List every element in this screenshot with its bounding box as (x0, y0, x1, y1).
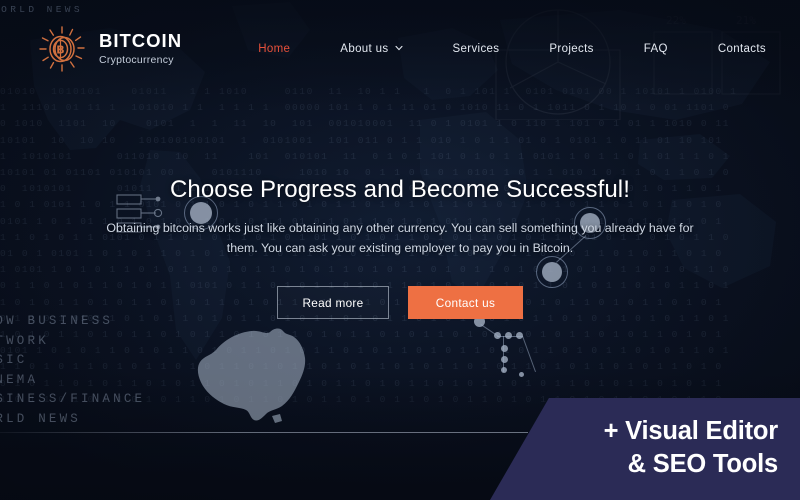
binary-row: 0 1010 1101 10 0101 1 1 11 10 101 001010… (0, 118, 731, 130)
background-category-item: NETWORK (0, 333, 49, 348)
brand-logo-block[interactable]: B BITCOIN Cryptocurrency (38, 25, 182, 73)
chevron-down-icon (394, 44, 403, 52)
nav-item-contacts[interactable]: Contacts (693, 43, 766, 55)
binary-row: 1 11101 01 11 1 101010 1 1 1 1 1 1 00000… (0, 102, 731, 114)
page-title: Choose Progress and Become Successful! (169, 176, 631, 203)
read-more-button[interactable]: Read more (277, 286, 389, 319)
nav-item-services[interactable]: Services (428, 43, 525, 55)
nav-item-label: Home (258, 43, 291, 55)
nav-item-about-us[interactable]: About us (315, 43, 427, 55)
nav-item-home[interactable]: Home (233, 43, 315, 55)
hero-paragraph: Obtaining bitcoins works just like obtai… (106, 221, 694, 255)
horizontal-divider (0, 432, 528, 433)
site-header: B BITCOIN Cryptocurrency Home About us Ser… (0, 0, 800, 98)
nav-item-label: FAQ (643, 43, 668, 55)
nav-item-label: Contacts (717, 43, 766, 55)
nav-item-label: About us (340, 43, 389, 55)
page-root: 01010 1010101 01011 1 1 1010 0110 11 10 … (0, 0, 800, 500)
promo-line-1: + Visual Editor (603, 417, 779, 445)
hero-button-group: Read more Contact us (277, 286, 523, 319)
brand-subtitle: Cryptocurrency (99, 54, 174, 67)
nav-item-faq[interactable]: FAQ (619, 43, 693, 55)
contact-us-button[interactable]: Contact us (408, 286, 523, 319)
promo-banner-text: + Visual Editor & SEO Tools (490, 398, 800, 500)
background-category-list: SHOW BUSINESS NETWORK MUSIC CINEMA BUSINESS/… (0, 312, 145, 429)
brand-title: BITCOIN (99, 30, 183, 52)
promo-line-2: & SEO Tools (627, 450, 779, 478)
binary-row: 1 0101 1 0 1 0 1 1 0 1 0 1 1 0 1 0 1 1 0… (0, 264, 731, 276)
australia-continent-icon (186, 322, 326, 430)
bitcoin-sun-coin-icon: B (38, 25, 86, 73)
nav-item-projects[interactable]: Projects (524, 43, 618, 55)
background-category-item: SHOW BUSINESS (0, 314, 114, 328)
background-category-item: MUSIC (0, 353, 28, 367)
nav-item-label: Projects (549, 43, 594, 55)
background-category-item: BUSINESS/FINANCE (0, 392, 146, 406)
main-navigation: Home About us Services Projects FAQ Contacts (233, 43, 766, 55)
nav-item-label: Services (452, 43, 500, 55)
binary-row: 1 1010101 011010 10 11 101 010101 11 0 1… (0, 150, 731, 162)
background-category-item: CINEMA (0, 372, 39, 387)
background-category-item: WORLD NEWS (0, 411, 82, 426)
promo-banner[interactable]: + Visual Editor & SEO Tools (490, 398, 800, 500)
binary-row: 10101 10 10 10 100100100101 1 0101001 10… (0, 134, 723, 146)
